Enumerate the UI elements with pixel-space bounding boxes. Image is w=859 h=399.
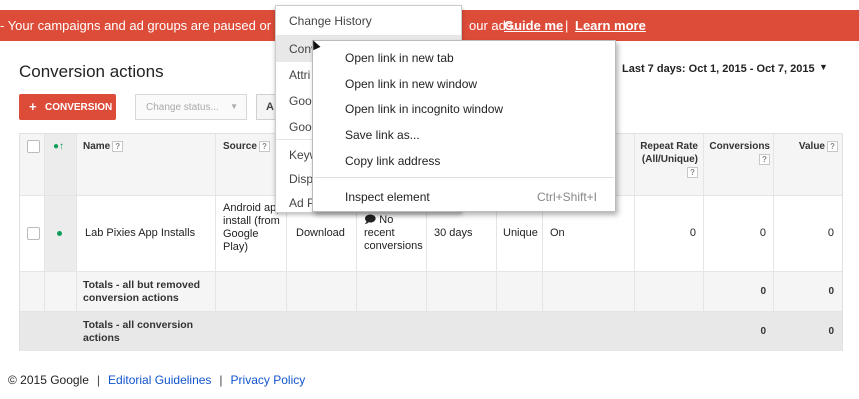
context-open-incognito[interactable]: Open link in incognito window (313, 97, 615, 119)
footer: © 2015 Google | Editorial Guidelines | Priva… (8, 373, 306, 387)
date-range-selector[interactable]: Last 7 days: Oct 1, 2015 - Oct 7, 2015 ▼ (614, 56, 835, 82)
copyright: © 2015 Google (8, 373, 89, 387)
column-header-source[interactable]: Source? (223, 140, 270, 153)
totals-value: 0 (828, 286, 834, 297)
include-cell: On (550, 227, 565, 239)
context-open-new-window[interactable]: Open link in new window (313, 72, 615, 94)
status-column-bg (44, 134, 76, 271)
totals-value: 0 (828, 326, 834, 337)
menu-item-change-history[interactable]: Change History (276, 8, 461, 34)
change-status-dropdown[interactable]: Change status... ▼ (135, 94, 247, 120)
banner-separator: | (565, 18, 569, 33)
caret-down-icon: ▼ (230, 102, 238, 111)
page-title: Conversion actions (19, 62, 164, 81)
context-open-new-tab[interactable]: Open link in new tab (313, 46, 615, 68)
learn-more-link[interactable]: Learn more (575, 18, 646, 33)
shortcut-hint: Ctrl+Shift+I (536, 190, 597, 204)
help-icon[interactable]: ? (687, 166, 698, 178)
add-conversion-label: CONVERSION (45, 102, 113, 113)
context-inspect-element[interactable]: Inspect element Ctrl+Shift+I (313, 185, 615, 207)
add-conversion-button[interactable]: + CONVERSION (19, 94, 116, 120)
toolbar-button[interactable]: A (256, 94, 276, 120)
totals-label: Totals - all but removed conversion acti… (83, 279, 201, 304)
column-header-repeat-rate[interactable]: Repeat Rate (All/Unique)? (638, 140, 698, 179)
row-checkbox[interactable] (27, 227, 40, 240)
totals-conversions: 0 (760, 286, 766, 297)
conversion-name-link[interactable]: Lab Pixies App Installs (85, 227, 195, 240)
date-range-label: Last 7 days: Oct 1, 2015 - Oct 7, 2015 (622, 63, 815, 75)
banner-text: - Your campaigns and ad groups are pause… (0, 18, 311, 33)
help-icon[interactable]: ? (258, 140, 270, 152)
status-column-icon[interactable]: ●↑ (53, 140, 64, 153)
guide-me-link[interactable]: Guide me (504, 18, 563, 33)
enabled-status-dot[interactable] (57, 231, 62, 236)
caret-down-icon: ▼ (819, 62, 828, 72)
window-cell: 30 days (434, 227, 473, 239)
context-save-link-as[interactable]: Save link as... (313, 123, 615, 145)
totals-label: Totals - all conversion actions (83, 319, 194, 344)
repeat-rate-cell: 0 (689, 227, 696, 239)
select-all-checkbox[interactable] (27, 140, 40, 153)
plus-icon: + (29, 99, 37, 114)
change-status-label: Change status... (146, 102, 219, 113)
context-menu: Open link in new tab Open link in new wi… (312, 40, 616, 212)
counting-cell: Unique (503, 227, 538, 239)
column-header-conversions[interactable]: Conversions? (708, 140, 770, 166)
value-cell: 0 (827, 227, 834, 239)
privacy-policy-link[interactable]: Privacy Policy (231, 373, 306, 387)
category-cell: Download (296, 227, 345, 239)
help-icon[interactable]: ? (759, 153, 770, 165)
tracking-status-cell[interactable]: 🗩 No recent conversions (364, 214, 426, 253)
totals-conversions: 0 (760, 326, 766, 337)
column-header-name[interactable]: Name? (83, 140, 124, 153)
source-cell: Android app install (from Google Play) (223, 202, 283, 253)
help-icon[interactable]: ? (827, 140, 838, 152)
column-header-value[interactable]: Value? (778, 140, 838, 153)
context-copy-link-address[interactable]: Copy link address (313, 149, 615, 171)
editorial-guidelines-link[interactable]: Editorial Guidelines (108, 373, 211, 387)
help-icon[interactable]: ? (112, 140, 124, 152)
conversions-cell: 0 (759, 227, 766, 239)
